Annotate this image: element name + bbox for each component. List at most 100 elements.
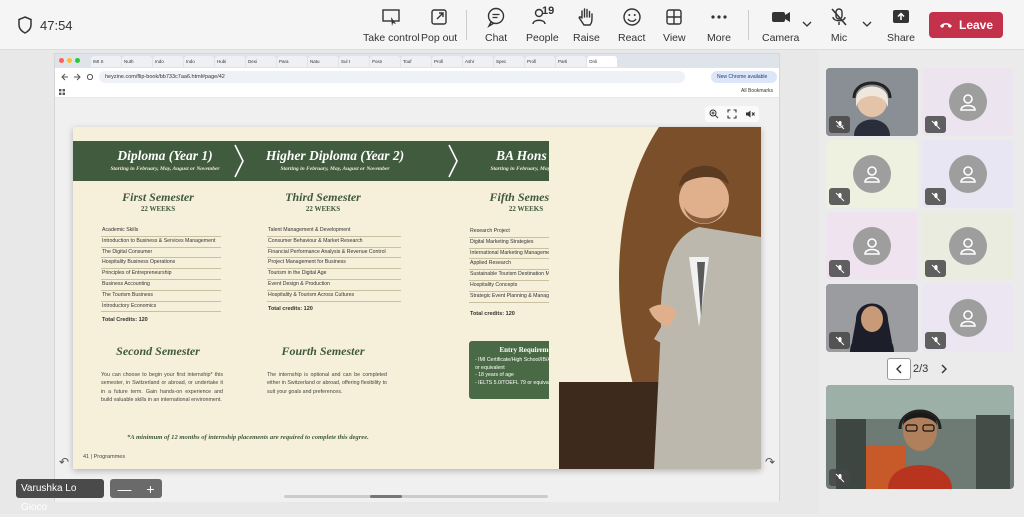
browser-tab[interactable]: Desi bbox=[246, 55, 276, 67]
participant-tile[interactable] bbox=[826, 140, 918, 208]
flipbook-viewer: Diploma (Year 1) Starting in February, M… bbox=[55, 98, 779, 502]
chat-button[interactable]: Chat bbox=[485, 6, 507, 44]
course-item: The Tourism Business bbox=[101, 291, 221, 302]
zoom-in-button[interactable]: + bbox=[146, 481, 154, 497]
mic-muted-badge bbox=[925, 260, 946, 277]
react-label: React bbox=[618, 32, 646, 44]
browser-tab[interactable]: Sul t bbox=[339, 55, 369, 67]
browser-tab-active[interactable]: Onli bbox=[587, 55, 617, 67]
zoom-out-button[interactable]: — bbox=[117, 481, 131, 497]
browser-tab[interactable]: Natu bbox=[308, 55, 338, 67]
phone-hangup-icon bbox=[939, 23, 952, 28]
zoom-in-icon[interactable] bbox=[709, 109, 719, 119]
browser-tab[interactable]: Profi bbox=[525, 55, 555, 67]
browser-tab[interactable]: Hubi bbox=[215, 55, 245, 67]
browser-tab[interactable]: Touf bbox=[401, 55, 431, 67]
browser-tab[interactable]: Indo bbox=[153, 55, 183, 67]
meeting-timer: 47:54 bbox=[40, 18, 73, 33]
take-control-icon bbox=[382, 9, 401, 26]
zoom-controls: — + bbox=[110, 479, 162, 498]
column-subheading: Starting in February, May, August or Nov… bbox=[110, 166, 220, 172]
participant-tile[interactable] bbox=[922, 284, 1014, 352]
mic-button[interactable]: Mic bbox=[828, 6, 850, 44]
apps-grid-icon[interactable] bbox=[59, 89, 65, 95]
gallery-prev-button[interactable] bbox=[887, 358, 911, 380]
mic-off-icon bbox=[931, 192, 940, 201]
react-button[interactable]: React bbox=[618, 6, 645, 44]
browser-tab[interactable]: Posn bbox=[370, 55, 400, 67]
nav-arrows-icon[interactable] bbox=[60, 73, 94, 81]
new-chrome-button[interactable]: New Chrome available bbox=[711, 71, 777, 83]
person-icon bbox=[864, 238, 880, 255]
meeting-toolbar: 47:54 Take control Pop out Chat 19 Peopl… bbox=[0, 0, 1024, 50]
participant-tile[interactable] bbox=[922, 140, 1014, 208]
semester-title: Second Semester bbox=[116, 344, 200, 358]
take-control-button[interactable]: Take control bbox=[363, 6, 420, 44]
flip-back-icon[interactable]: ↶ bbox=[59, 455, 69, 469]
browser-tab[interactable]: Profi bbox=[432, 55, 462, 67]
gallery-next-button[interactable] bbox=[940, 364, 948, 374]
browser-tab[interactable]: IMI S bbox=[91, 55, 121, 67]
chat-icon bbox=[487, 7, 505, 28]
stage-scrollbar[interactable] bbox=[284, 495, 548, 498]
participant-tile[interactable] bbox=[922, 68, 1014, 136]
total-credits: Total credits: 120 bbox=[470, 311, 515, 317]
pop-out-label: Pop out bbox=[421, 32, 458, 44]
camera-icon bbox=[771, 12, 790, 22]
browser-tab[interactable]: Nuth bbox=[122, 55, 152, 67]
chat-label: Chat bbox=[485, 32, 508, 44]
mic-off-icon bbox=[835, 473, 844, 482]
course-item: Academic Skills bbox=[101, 226, 221, 237]
participant-tile[interactable] bbox=[922, 212, 1014, 280]
column-heading: Diploma (Year 1) bbox=[117, 148, 213, 163]
self-view-video[interactable] bbox=[826, 385, 1014, 489]
course-list: Academic Skills Introduction to Business… bbox=[101, 226, 221, 313]
leave-label: Leave bbox=[958, 18, 994, 32]
leave-button[interactable]: Leave bbox=[929, 12, 1003, 38]
pop-out-button[interactable]: Pop out bbox=[421, 6, 457, 44]
share-button[interactable]: Share bbox=[887, 6, 915, 44]
raise-label: Raise bbox=[573, 32, 600, 44]
shield-icon bbox=[18, 16, 32, 34]
page-number: 41 | Programmes bbox=[83, 454, 126, 460]
browser-tab[interactable]: Indo bbox=[184, 55, 214, 67]
more-button[interactable]: More bbox=[707, 6, 731, 44]
fullscreen-icon[interactable] bbox=[727, 109, 737, 119]
participant-tile[interactable] bbox=[826, 212, 918, 280]
chevron-down-icon[interactable] bbox=[862, 19, 872, 29]
course-item: Consumer Behaviour & Market Research bbox=[267, 237, 401, 248]
participant-tile-video[interactable] bbox=[826, 68, 918, 136]
avatar bbox=[853, 155, 891, 193]
semester-title: Third Semester bbox=[285, 190, 361, 204]
course-item: Business Accounting bbox=[101, 280, 221, 291]
browser-tab[interactable]: Spec bbox=[494, 55, 524, 67]
sound-off-icon[interactable] bbox=[745, 109, 755, 119]
view-label: View bbox=[663, 32, 686, 44]
raise-hand-button[interactable]: Raise bbox=[573, 6, 600, 44]
view-button[interactable]: View bbox=[663, 6, 686, 44]
people-count-badge: 19 bbox=[542, 5, 555, 17]
course-item: Principles of Entrepreneurship bbox=[101, 269, 221, 280]
gallery-pager: 2/3 bbox=[887, 357, 969, 381]
flipbook-spread[interactable]: Diploma (Year 1) Starting in February, M… bbox=[73, 127, 761, 469]
browser-tab[interactable]: Para bbox=[277, 55, 307, 67]
person-icon bbox=[960, 238, 976, 255]
participant-tile-video[interactable] bbox=[826, 284, 918, 352]
scroll-thumb[interactable] bbox=[370, 495, 402, 498]
course-item: Introduction to Business & Services Mana… bbox=[101, 237, 221, 248]
mic-off-icon bbox=[931, 120, 940, 129]
browser-tab[interactable]: Parti bbox=[556, 55, 586, 67]
mic-muted-badge bbox=[925, 188, 946, 205]
course-item: Financial Performance Analysis & Revenue… bbox=[267, 248, 401, 259]
raise-hand-icon bbox=[578, 8, 594, 26]
browser-tab[interactable]: Ashr bbox=[463, 55, 493, 67]
flip-forward-icon[interactable]: ↷ bbox=[765, 455, 775, 469]
all-bookmarks-link[interactable]: All Bookmarks bbox=[741, 88, 773, 94]
column-header-higher-diploma: Higher Diploma (Year 2) Starting in Febr… bbox=[245, 141, 425, 181]
camera-button[interactable]: Camera bbox=[762, 6, 799, 44]
chevron-down-icon[interactable] bbox=[802, 19, 812, 29]
mic-muted-badge bbox=[829, 188, 850, 205]
people-button[interactable]: 19 People bbox=[526, 5, 559, 44]
address-bar[interactable]: heyzine.com/flip-book/bb733c7aa6.html#pa… bbox=[99, 71, 685, 83]
share-label: Share bbox=[887, 32, 916, 44]
